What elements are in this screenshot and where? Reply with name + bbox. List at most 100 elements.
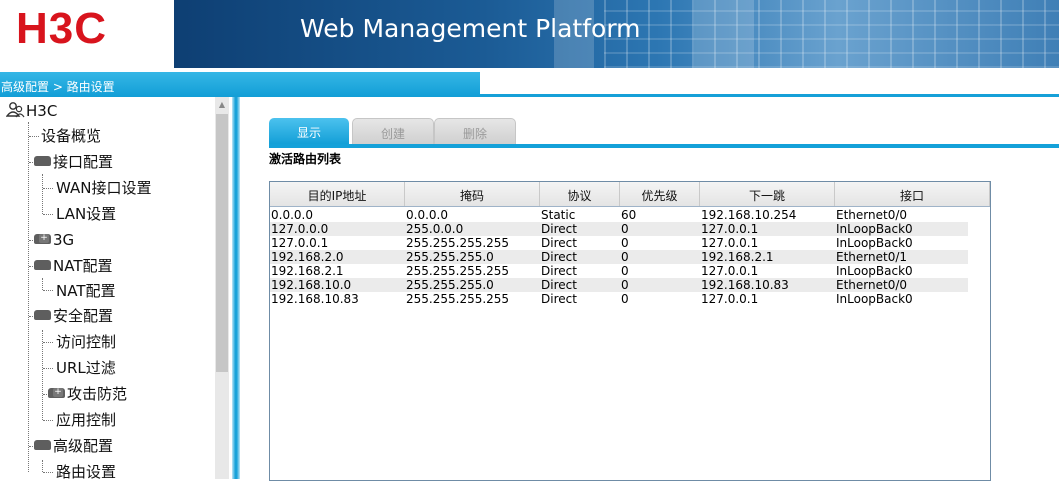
table-cell: 127.0.0.1	[271, 236, 329, 250]
table-cell: Direct	[541, 222, 577, 236]
table-cell: Ethernet0/1	[836, 250, 908, 264]
section-title: 激活路由列表	[269, 152, 342, 166]
sidebar-item-url-filter[interactable]: URL过滤	[56, 356, 116, 380]
sidebar-item-wan-settings[interactable]: WAN接口设置	[56, 176, 152, 200]
sidebar-item-label: URL过滤	[56, 359, 116, 377]
table-header: 目的IP地址 掩码 协议 优先级 下一跳 接口	[270, 182, 990, 207]
folder-icon	[34, 259, 51, 270]
sidebar-item-label: NAT配置	[56, 282, 116, 300]
tab-create[interactable]: 创建	[352, 118, 434, 146]
column-header-priority[interactable]: 优先级	[620, 182, 700, 206]
sidebar-divider[interactable]	[232, 97, 240, 479]
sidebar-item-security-config[interactable]: 安全配置	[34, 304, 113, 328]
sidebar-item-label: 设备概览	[41, 127, 102, 145]
column-header-dest-ip[interactable]: 目的IP地址	[270, 182, 405, 206]
table-cell: 127.0.0.1	[701, 264, 759, 278]
table-cell: Ethernet0/0	[836, 208, 908, 222]
table-cell: InLoopBack0	[836, 236, 913, 250]
table-cell: InLoopBack0	[836, 264, 913, 278]
table-cell: 255.255.255.0	[406, 278, 494, 292]
sidebar-item-label: NAT配置	[53, 257, 113, 275]
sidebar-item-nat-config-sub[interactable]: NAT配置	[56, 279, 115, 303]
table-cell: 0	[621, 264, 629, 278]
sidebar-item-access-control[interactable]: 访问控制	[56, 330, 116, 354]
scroll-up-icon[interactable]: ▲	[215, 98, 229, 112]
column-header-interface[interactable]: 接口	[835, 182, 990, 206]
banner-building-grid	[604, 0, 1059, 68]
table-cell: 192.168.2.1	[271, 264, 344, 278]
route-table: 目的IP地址 掩码 协议 优先级 下一跳 接口 0.0.0.0 0.0.0.0 St…	[269, 181, 991, 481]
table-cell: 255.255.255.255	[406, 236, 510, 250]
sidebar-item-label: 访问控制	[56, 333, 117, 351]
table-cell: Ethernet0/0	[836, 278, 908, 292]
table-cell: 0.0.0.0	[271, 208, 313, 222]
sidebar-item-label: 路由设置	[56, 463, 117, 481]
tab-display[interactable]: 显示	[269, 118, 349, 144]
sidebar-item-3g[interactable]: +3G	[34, 228, 74, 252]
table-cell: 0	[621, 292, 629, 306]
expand-icon[interactable]: +	[39, 234, 49, 243]
table-row[interactable]: 192.168.2.0 255.255.255.0 Direct 0 192.168.2…	[270, 250, 968, 264]
table-cell: Static	[541, 208, 576, 222]
sidebar-item-label: 攻击防范	[67, 385, 128, 403]
table-cell: Direct	[541, 236, 577, 250]
table-row[interactable]: 0.0.0.0 0.0.0.0 Static 60 192.168.10.254 Ethe…	[270, 208, 968, 222]
table-cell: 127.0.0.0	[271, 222, 329, 236]
table-cell: 192.168.2.1	[701, 250, 774, 264]
sidebar-item-lan-settings[interactable]: LAN设置	[56, 202, 116, 226]
column-header-protocol[interactable]: 协议	[540, 182, 620, 206]
table-row[interactable]: 192.168.10.83 255.255.255.255 Direct 0 127.0…	[270, 292, 968, 306]
table-cell: 127.0.0.1	[701, 222, 759, 236]
tree-line	[43, 368, 53, 369]
column-header-mask[interactable]: 掩码	[405, 182, 540, 206]
table-cell: 0.0.0.0	[406, 208, 448, 222]
tree-root-label: H3C	[26, 102, 58, 120]
sidebar-item-label: 接口配置	[53, 153, 114, 171]
sidebar-item-advanced-config[interactable]: 高级配置	[34, 434, 113, 458]
header: H3C Web Management Platform	[0, 0, 1059, 68]
table-cell: 192.168.10.83	[701, 278, 789, 292]
folder-icon	[34, 439, 51, 450]
banner: Web Management Platform	[174, 0, 1059, 68]
table-cell: 255.255.255.0	[406, 250, 494, 264]
table-cell: 255.255.255.255	[406, 264, 510, 278]
sidebar-item-interface-config[interactable]: 接口配置	[34, 150, 113, 174]
table-cell: 192.168.2.0	[271, 250, 344, 264]
table-cell: 255.255.255.255	[406, 292, 510, 306]
table-cell: Direct	[541, 292, 577, 306]
sidebar-item-device-overview[interactable]: 设备概览	[41, 124, 101, 148]
h3c-logo: H3C	[16, 4, 108, 53]
sidebar-item-nat-config[interactable]: NAT配置	[34, 254, 112, 278]
table-cell: 127.0.0.1	[701, 292, 759, 306]
table-row[interactable]: 127.0.0.1 255.255.255.255 Direct 0 127.0.0.1…	[270, 236, 968, 250]
column-header-next-hop[interactable]: 下一跳	[700, 182, 835, 206]
scrollbar-thumb[interactable]	[216, 114, 228, 372]
sidebar-item-route-settings[interactable]: 路由设置	[56, 460, 116, 484]
sidebar-item-label: 高级配置	[53, 437, 114, 455]
table-row[interactable]: 192.168.10.0 255.255.255.0 Direct 0 192.168.…	[270, 278, 968, 292]
expand-icon[interactable]: +	[53, 388, 63, 397]
table-cell: Direct	[541, 250, 577, 264]
tree-root[interactable]: H3C	[5, 99, 58, 123]
tree-line	[43, 342, 53, 343]
table-row[interactable]: 127.0.0.0 255.0.0.0 Direct 0 127.0.0.1 InLoop…	[270, 222, 968, 236]
tree-line	[43, 188, 53, 189]
tree-line	[43, 290, 53, 291]
sidebar-item-attack-defense[interactable]: + 攻击防范	[48, 382, 127, 406]
tree-line	[29, 136, 39, 137]
sidebar-item-app-control[interactable]: 应用控制	[56, 408, 116, 432]
table-row[interactable]: 192.168.2.1 255.255.255.255 Direct 0 127.0.0…	[270, 264, 968, 278]
tree-line	[43, 420, 53, 421]
table-cell: 192.168.10.0	[271, 278, 352, 292]
tree-line	[42, 460, 43, 472]
table-cell: 0	[621, 250, 629, 264]
table-cell: InLoopBack0	[836, 222, 913, 236]
table-cell: 127.0.0.1	[701, 236, 759, 250]
tab-delete[interactable]: 删除	[434, 118, 516, 146]
tab-underline	[269, 144, 1059, 148]
table-cell: Direct	[541, 264, 577, 278]
tree-line	[42, 278, 43, 290]
folder-icon	[34, 155, 51, 166]
folder-icon	[34, 309, 51, 320]
users-icon	[5, 101, 25, 117]
